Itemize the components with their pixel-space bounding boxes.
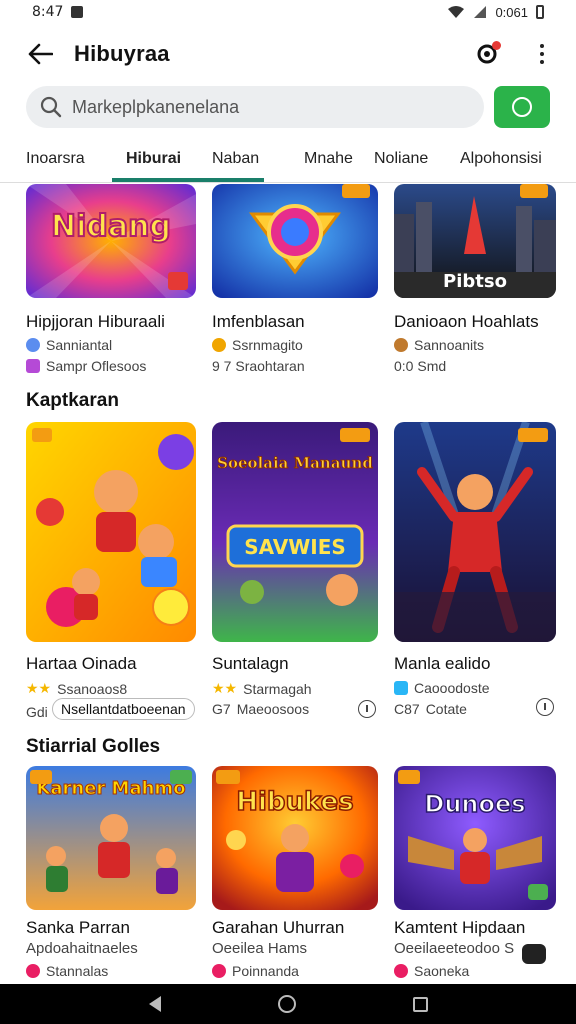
search-icon (40, 96, 62, 118)
notification-dot (492, 41, 501, 50)
tab-alpohonsisi[interactable]: Alpohonsisi (460, 150, 542, 168)
game-meta: Caooodoste (394, 680, 490, 696)
tag-pill[interactable]: Nsellantdatboeenan (52, 698, 195, 720)
status-bar: 8:47 0:061 (0, 0, 576, 24)
app-bar: Hibuyraa (0, 30, 576, 78)
search-circle-icon (512, 97, 532, 117)
game-meta: G7 Maeoosoos (212, 701, 310, 717)
game-meta: Sanniantal (26, 337, 112, 353)
game-title[interactable]: Suntalagn (212, 654, 289, 674)
thumbnail-text: Karner Mahmo (36, 778, 185, 799)
game-thumbnail[interactable]: Karner Mahmo (26, 766, 196, 910)
info-icon[interactable] (536, 698, 554, 716)
search-row (26, 86, 550, 130)
section-title: Stiarrial Golles (26, 736, 161, 757)
game-thumbnail[interactable] (394, 422, 556, 642)
game-meta: 9 7 Sraohtaran (212, 358, 305, 374)
category-icon (26, 338, 40, 352)
thumbnail-text: Dunoes (424, 790, 525, 818)
game-meta: Apdoahaitnaeles (26, 940, 138, 957)
search-go-button[interactable] (494, 86, 550, 128)
star-icon: ★★ (26, 680, 52, 696)
notification-icon (71, 6, 84, 18)
page-title: Hibuyraa (74, 41, 170, 66)
search-box[interactable] (26, 86, 484, 128)
category-tabs: Inoarsra Hiburai Naban Mnahe Noliane Alp… (0, 140, 576, 182)
game-thumbnail[interactable]: Soeolaia Manaund SAVWIES (212, 422, 378, 642)
game-title[interactable]: Sanka Parran (26, 918, 130, 938)
thumbnail-text: Hibukes (236, 787, 354, 817)
back-arrow-icon[interactable] (24, 38, 56, 70)
game-title[interactable]: Hipjjoran Hiburaali (26, 312, 165, 332)
game-meta: Saoneka (394, 963, 469, 979)
more-options-icon[interactable] (532, 39, 552, 69)
game-meta: 0:0 Smd (394, 358, 447, 374)
game-meta: ★★ Ssanoaos8 (26, 680, 128, 697)
tab-hiburai[interactable]: Hiburai (126, 150, 181, 168)
system-nav-bar (0, 984, 576, 1024)
game-title[interactable]: Garahan Uhurran (212, 918, 344, 938)
game-thumbnail[interactable]: Pibtso (394, 184, 556, 298)
star-icon: ★★ (212, 680, 238, 696)
game-meta: ★★ Starmagah (212, 680, 312, 697)
notifications-button[interactable] (472, 39, 502, 69)
app-icon (26, 964, 40, 978)
game-title[interactable]: Hartaa Oinada (26, 654, 137, 674)
app-icon (394, 964, 408, 978)
game-meta-prefix: Gdi (26, 704, 48, 720)
game-meta: Oeeilea Hams (212, 940, 308, 957)
game-title[interactable]: Danioaon Hoahlats (394, 312, 539, 332)
game-thumbnail[interactable] (26, 422, 196, 642)
emoji-icon (394, 338, 408, 352)
thumbnail-text: Nidang (51, 209, 171, 244)
game-title[interactable]: Kamtent Hipdaan (394, 918, 525, 938)
game-meta: C87 Cotate (394, 701, 467, 717)
nav-recent-icon[interactable] (412, 996, 428, 1012)
tab-mnahe[interactable]: Mnahe (304, 150, 353, 168)
game-thumbnail[interactable]: Dunoes (394, 766, 556, 910)
section-title: Kaptkaran (26, 390, 119, 411)
game-thumbnail[interactable] (212, 184, 378, 298)
wifi-icon (448, 6, 465, 18)
nav-back-icon[interactable] (148, 996, 161, 1012)
tab-naban[interactable]: Naban (212, 150, 259, 168)
tab-noliane[interactable]: Noliane (374, 150, 428, 168)
game-meta: Oeeilaeeteodoo S (394, 940, 515, 957)
game-meta: Sannoanits (394, 337, 484, 353)
chat-icon[interactable] (522, 944, 546, 964)
info-icon[interactable] (358, 700, 376, 718)
app-icon (26, 359, 40, 373)
status-right: 0:061 (447, 5, 544, 20)
thumbnail-subtitle: Soeolaia Manaund (217, 454, 373, 472)
app-icon (394, 681, 408, 695)
game-meta: Ssrnmagito (212, 337, 303, 353)
game-title[interactable]: Imfenblasan (212, 312, 305, 332)
game-meta: Stannalas (26, 963, 108, 979)
thumbnail-text: SAVWIES (244, 535, 346, 559)
game-meta: Sampr Oflesoos (26, 358, 146, 374)
signal-icon (474, 6, 487, 18)
game-thumbnail[interactable]: Hibukes (212, 766, 378, 910)
status-right-text: 0:061 (495, 4, 528, 20)
battery-icon (536, 5, 544, 19)
game-thumbnail[interactable]: Nidang (26, 184, 196, 298)
thumbnail-text: Pibtso (443, 271, 507, 292)
game-meta: Poinnanda (212, 963, 299, 979)
tabs-divider (0, 182, 576, 183)
tab-inoarsra[interactable]: Inoarsra (26, 150, 85, 168)
status-time: 8:47 (32, 4, 64, 20)
nav-home-icon[interactable] (277, 995, 296, 1013)
game-title[interactable]: Manla ealido (394, 654, 490, 674)
emoji-icon (212, 338, 226, 352)
app-icon (212, 964, 226, 978)
search-input[interactable] (72, 96, 452, 118)
